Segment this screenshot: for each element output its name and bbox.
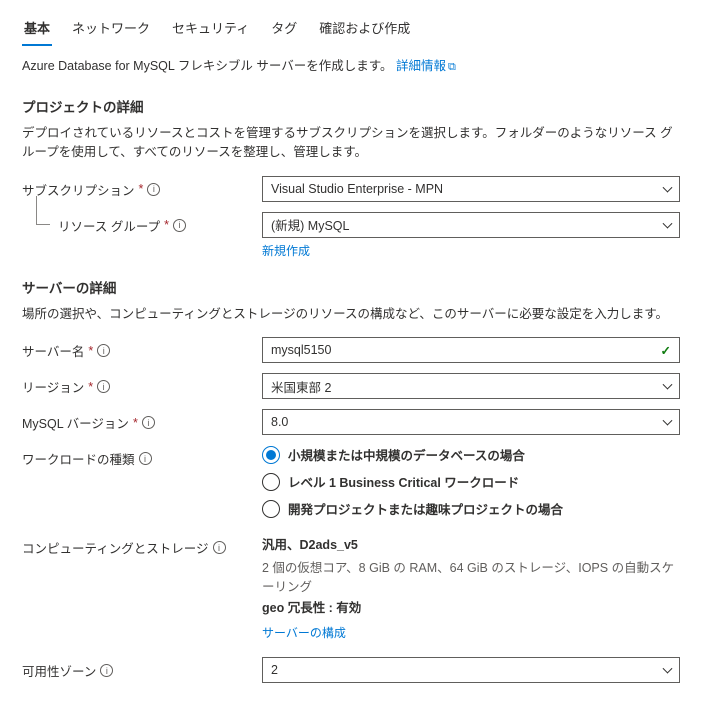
info-icon[interactable]: i <box>142 416 155 429</box>
radio-icon <box>262 500 280 518</box>
info-icon[interactable]: i <box>147 183 160 196</box>
info-icon[interactable]: i <box>173 219 186 232</box>
project-heading: プロジェクトの詳細 <box>22 96 680 116</box>
compute-sku: 汎用、D2ads_v5 <box>262 534 680 553</box>
external-link-icon: ⧉ <box>448 61 456 73</box>
region-label: リージョン <box>22 377 84 396</box>
info-icon[interactable]: i <box>139 452 152 465</box>
tab-tags[interactable]: タグ <box>269 14 299 45</box>
radio-icon <box>262 473 280 491</box>
required-asterisk: * <box>133 416 138 430</box>
intro-description: Azure Database for MySQL フレキシブル サーバーを作成し… <box>22 59 392 73</box>
compute-geo-redundancy: geo 冗長性 : 有効 <box>262 597 680 616</box>
configure-server-link[interactable]: サーバーの構成 <box>262 624 346 641</box>
learn-more-link[interactable]: 詳細情報⧉ <box>396 59 456 73</box>
required-asterisk: * <box>164 218 169 232</box>
info-icon[interactable]: i <box>213 541 226 554</box>
required-asterisk: * <box>88 344 93 358</box>
required-asterisk: * <box>139 182 144 196</box>
workload-option-business-critical[interactable]: レベル 1 Business Critical ワークロード <box>262 472 680 491</box>
mysql-version-label: MySQL バージョン <box>22 413 129 432</box>
availability-zone-select[interactable]: 2 <box>262 657 680 683</box>
server-name-input[interactable]: mysql5150 <box>262 337 680 363</box>
tab-review[interactable]: 確認および作成 <box>317 14 412 45</box>
tab-network[interactable]: ネットワーク <box>70 14 152 45</box>
workload-label: ワークロードの種類 <box>22 449 135 468</box>
server-name-label: サーバー名 <box>22 341 84 360</box>
resource-group-select[interactable]: (新規) MySQL <box>262 212 680 238</box>
workload-option-dev-hobby[interactable]: 開発プロジェクトまたは趣味プロジェクトの場合 <box>262 499 680 518</box>
subscription-label: サブスクリプション <box>22 180 135 199</box>
tab-bar: 基本 ネットワーク セキュリティ タグ 確認および作成 <box>22 14 680 45</box>
region-select[interactable]: 米国東部 2 <box>262 373 680 399</box>
compute-spec: 2 個の仮想コア、8 GiB の RAM、64 GiB のストレージ、IOPS … <box>262 557 680 595</box>
subscription-select[interactable]: Visual Studio Enterprise - MPN <box>262 176 680 202</box>
workload-option-small-medium[interactable]: 小規模または中規模のデータベースの場合 <box>262 445 680 464</box>
create-new-link[interactable]: 新規作成 <box>262 242 310 259</box>
info-icon[interactable]: i <box>100 664 113 677</box>
required-asterisk: * <box>88 380 93 394</box>
tab-basic[interactable]: 基本 <box>22 14 52 45</box>
compute-storage-label: コンピューティングとストレージ <box>22 538 209 557</box>
tab-security[interactable]: セキュリティ <box>170 14 251 45</box>
mysql-version-select[interactable]: 8.0 <box>262 409 680 435</box>
availability-zone-label: 可用性ゾーン <box>22 661 96 680</box>
intro-text: Azure Database for MySQL フレキシブル サーバーを作成し… <box>22 55 680 74</box>
server-heading: サーバーの詳細 <box>22 277 680 297</box>
project-desc: デプロイされているリソースとコストを管理するサブスクリプションを選択します。フォ… <box>22 124 680 162</box>
radio-icon <box>262 446 280 464</box>
info-icon[interactable]: i <box>97 344 110 357</box>
server-desc: 場所の選択や、コンピューティングとストレージのリソースの構成など、このサーバーに… <box>22 305 680 324</box>
workload-radio-group: 小規模または中規模のデータベースの場合 レベル 1 Business Criti… <box>262 445 680 518</box>
info-icon[interactable]: i <box>97 380 110 393</box>
resource-group-label: リソース グループ <box>58 216 160 235</box>
